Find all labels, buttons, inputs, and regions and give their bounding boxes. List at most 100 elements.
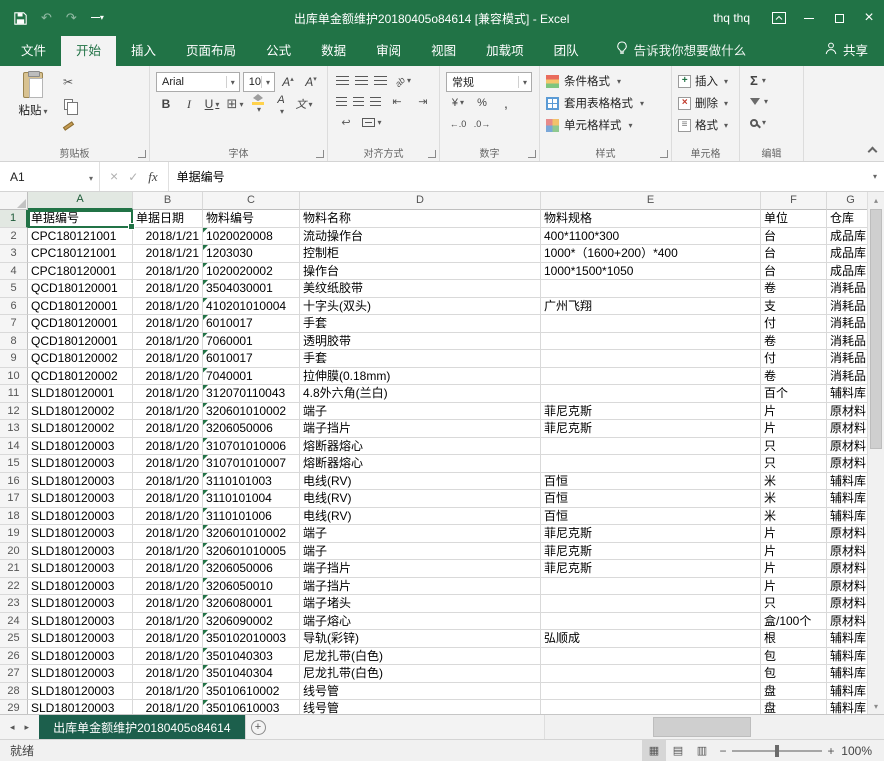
cell-C27[interactable]: 3501040304 [203, 665, 300, 683]
cell-F14[interactable]: 只 [761, 438, 827, 456]
cell-F9[interactable]: 付 [761, 350, 827, 368]
cell-E26[interactable] [541, 648, 761, 666]
ribbon-tab-formulas[interactable]: 公式 [251, 36, 306, 66]
increase-font-size-button[interactable] [278, 72, 298, 92]
cell-E16[interactable]: 百恒 [541, 473, 761, 491]
cell-B27[interactable]: 2018/1/20 [133, 665, 203, 683]
cell-D14[interactable]: 熔断器熔心 [300, 438, 541, 456]
row-header-6[interactable]: 6 [0, 298, 28, 316]
accounting-format-icon[interactable] [448, 93, 468, 113]
row-header-7[interactable]: 7 [0, 315, 28, 333]
format-as-table-button[interactable]: 套用表格格式 [546, 92, 665, 114]
ribbon-tab-home[interactable]: 开始 [61, 36, 116, 66]
cell-A21[interactable]: SLD180120003 [28, 560, 133, 578]
cell-A19[interactable]: SLD180120003 [28, 525, 133, 543]
column-header-E[interactable]: E [541, 192, 761, 210]
cell-E28[interactable] [541, 683, 761, 701]
cell-A25[interactable]: SLD180120003 [28, 630, 133, 648]
cell-D9[interactable]: 手套 [300, 350, 541, 368]
cell-B29[interactable]: 2018/1/20 [133, 700, 203, 714]
italic-button[interactable]: I [179, 94, 199, 114]
cell-D27[interactable]: 尼龙扎带(白色) [300, 665, 541, 683]
cell-D26[interactable]: 尼龙扎带(白色) [300, 648, 541, 666]
borders-button[interactable] [225, 94, 245, 114]
cell-A12[interactable]: SLD180120002 [28, 403, 133, 421]
cell-C11[interactable]: 312070110043 [203, 385, 300, 403]
ribbon-tab-file[interactable]: 文件 [6, 36, 61, 66]
cell-F20[interactable]: 片 [761, 543, 827, 561]
cell-styles-button[interactable]: 单元格样式 [546, 114, 665, 136]
row-header-28[interactable]: 28 [0, 683, 28, 701]
cell-C6[interactable]: 410201010004 [203, 298, 300, 316]
underline-button[interactable]: U [202, 94, 222, 114]
row-header-12[interactable]: 12 [0, 403, 28, 421]
cell-B25[interactable]: 2018/1/20 [133, 630, 203, 648]
cell-D1[interactable]: 物料名称 [300, 210, 541, 228]
cell-F18[interactable]: 米 [761, 508, 827, 526]
cell-C13[interactable]: 3206050006 [203, 420, 300, 438]
cell-D5[interactable]: 美纹纸胶带 [300, 280, 541, 298]
percent-style-icon[interactable] [472, 93, 492, 113]
ribbon-display-options-icon[interactable] [764, 0, 794, 36]
cell-E18[interactable]: 百恒 [541, 508, 761, 526]
cell-E3[interactable]: 1000*（1600+200）*400 [541, 245, 761, 263]
cell-E21[interactable]: 菲尼克斯 [541, 560, 761, 578]
cell-F22[interactable]: 片 [761, 578, 827, 596]
styles-dialog-launcher-icon[interactable] [660, 150, 668, 158]
cut-icon[interactable] [58, 72, 78, 92]
fill-color-button[interactable] [248, 94, 268, 114]
ribbon-tab-page-layout[interactable]: 页面布局 [171, 36, 251, 66]
orientation-button[interactable] [393, 71, 413, 91]
cell-A4[interactable]: CPC180120001 [28, 263, 133, 281]
cell-C26[interactable]: 3501040303 [203, 648, 300, 666]
cell-B17[interactable]: 2018/1/20 [133, 490, 203, 508]
cell-F5[interactable]: 卷 [761, 280, 827, 298]
align-right-icon[interactable] [370, 97, 381, 106]
cell-B20[interactable]: 2018/1/20 [133, 543, 203, 561]
cell-E8[interactable] [541, 333, 761, 351]
cell-A27[interactable]: SLD180120003 [28, 665, 133, 683]
cell-C24[interactable]: 3206090002 [203, 613, 300, 631]
cell-E29[interactable] [541, 700, 761, 714]
ribbon-tab-view[interactable]: 视图 [416, 36, 471, 66]
ribbon-tab-data[interactable]: 数据 [306, 36, 361, 66]
cell-D4[interactable]: 操作台 [300, 263, 541, 281]
row-header-22[interactable]: 22 [0, 578, 28, 596]
cell-B16[interactable]: 2018/1/20 [133, 473, 203, 491]
minimize-button[interactable] [794, 0, 824, 36]
row-header-14[interactable]: 14 [0, 438, 28, 456]
cell-F26[interactable]: 包 [761, 648, 827, 666]
cell-C8[interactable]: 7060001 [203, 333, 300, 351]
zoom-slider[interactable] [732, 740, 822, 761]
row-header-3[interactable]: 3 [0, 245, 28, 263]
cell-C19[interactable]: 320601010002 [203, 525, 300, 543]
cell-C29[interactable]: 35010610003 [203, 700, 300, 714]
undo-icon[interactable]: ↶ [41, 10, 52, 26]
cell-C12[interactable]: 320601010002 [203, 403, 300, 421]
cell-F21[interactable]: 片 [761, 560, 827, 578]
scroll-up-icon[interactable] [868, 192, 884, 208]
cell-F27[interactable]: 包 [761, 665, 827, 683]
cell-E24[interactable] [541, 613, 761, 631]
row-header-8[interactable]: 8 [0, 333, 28, 351]
cell-C1[interactable]: 物料编号 [203, 210, 300, 228]
cell-D6[interactable]: 十字头(双头) [300, 298, 541, 316]
format-cells-button[interactable]: 格式 [678, 114, 733, 136]
insert-function-icon[interactable]: fx [148, 169, 157, 185]
paste-button[interactable]: 粘贴 [10, 72, 56, 145]
cell-B19[interactable]: 2018/1/20 [133, 525, 203, 543]
redo-icon[interactable]: ↷ [66, 10, 77, 26]
cell-A17[interactable]: SLD180120003 [28, 490, 133, 508]
customize-quick-access-icon[interactable] [91, 15, 104, 22]
cell-D24[interactable]: 端子熔心 [300, 613, 541, 631]
cell-F6[interactable]: 支 [761, 298, 827, 316]
next-sheet-icon[interactable] [25, 722, 30, 733]
cell-A7[interactable]: QCD180120001 [28, 315, 133, 333]
row-header-20[interactable]: 20 [0, 543, 28, 561]
align-center-icon[interactable] [353, 97, 364, 106]
ribbon-tab-insert[interactable]: 插入 [116, 36, 171, 66]
cell-D25[interactable]: 导轨(彩锌) [300, 630, 541, 648]
cell-F28[interactable]: 盘 [761, 683, 827, 701]
expand-formula-bar-icon[interactable] [866, 162, 884, 191]
cell-D19[interactable]: 端子 [300, 525, 541, 543]
